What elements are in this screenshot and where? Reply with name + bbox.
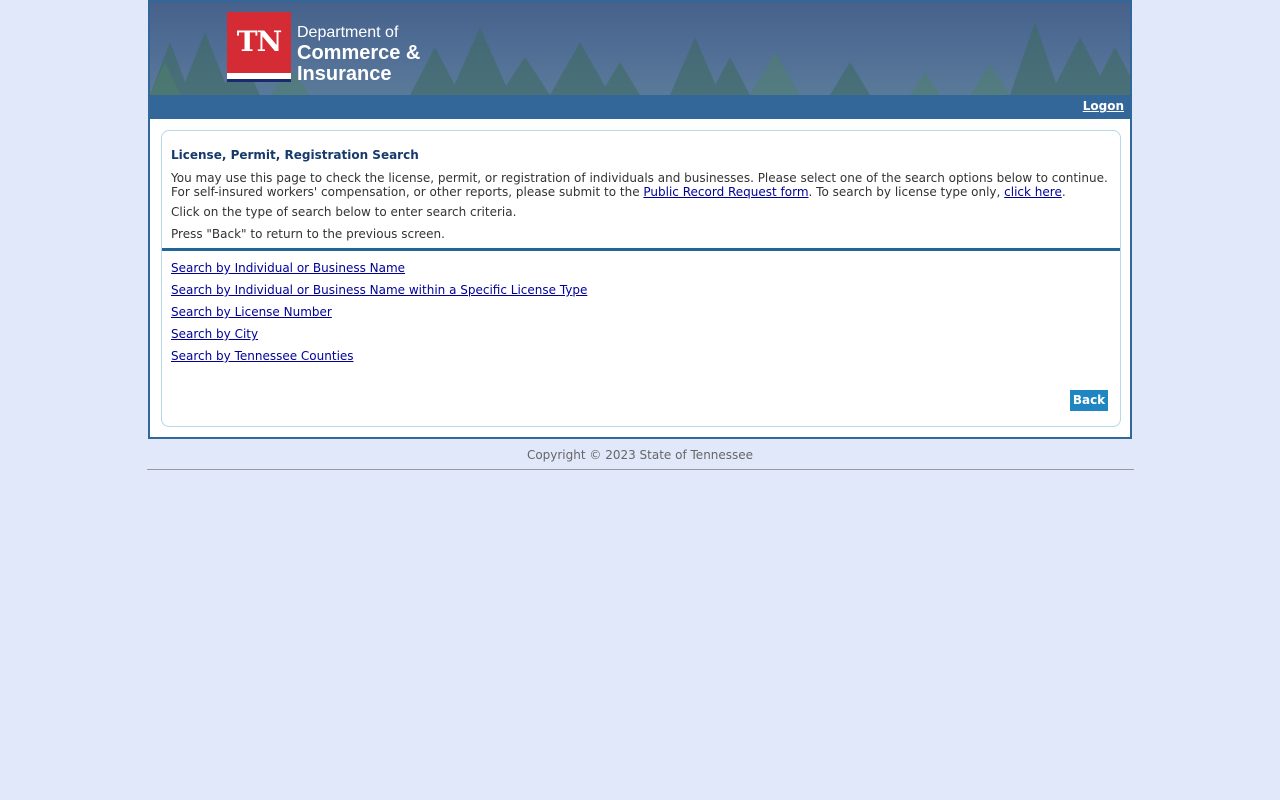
public-record-request-link[interactable]: Public Record Request form: [643, 185, 808, 199]
instruction-text: Click on the type of search below to ent…: [171, 205, 517, 219]
header-banner: TN Department of Commerce & Insurance: [150, 2, 1130, 95]
intro-text-part2: . To search by license type only,: [808, 185, 1005, 199]
search-by-city-link[interactable]: Search by City: [171, 327, 258, 341]
search-options-panel: License, Permit, Registration Search You…: [161, 130, 1121, 427]
search-by-license-number-link[interactable]: Search by License Number: [171, 305, 332, 319]
intro-text-part3: .: [1061, 185, 1066, 199]
search-by-counties-link[interactable]: Search by Tennessee Counties: [171, 349, 354, 363]
nav-bar: Logon: [150, 95, 1130, 119]
back-button[interactable]: Back: [1070, 390, 1108, 411]
tn-commerce-insurance-logo: TN Department of Commerce & Insurance: [227, 11, 427, 85]
logo-text-line1: Department of: [297, 24, 399, 41]
logo-stripe: [227, 73, 291, 82]
search-by-name-link[interactable]: Search by Individual or Business Name: [171, 261, 405, 275]
copyright-text: Copyright © 2023 State of Tennessee: [526, 448, 754, 462]
page-container: TN Department of Commerce & Insurance Lo…: [148, 0, 1132, 439]
page-title: License, Permit, Registration Search: [171, 148, 419, 162]
section-divider: [162, 248, 1120, 251]
search-by-name-license-type-link[interactable]: Search by Individual or Business Name wi…: [171, 283, 587, 297]
logo-text-line3: Insurance: [297, 63, 392, 85]
click-here-link[interactable]: click here: [1004, 185, 1062, 199]
tn-logo-badge: TN: [227, 12, 291, 73]
logo-text-line2: Commerce &: [297, 42, 421, 64]
intro-paragraph: You may use this page to check the licen…: [171, 171, 1116, 199]
back-instruction-text: Press "Back" to return to the previous s…: [171, 227, 445, 241]
footer-divider: [147, 469, 1134, 470]
logon-link[interactable]: Logon: [1083, 99, 1124, 113]
